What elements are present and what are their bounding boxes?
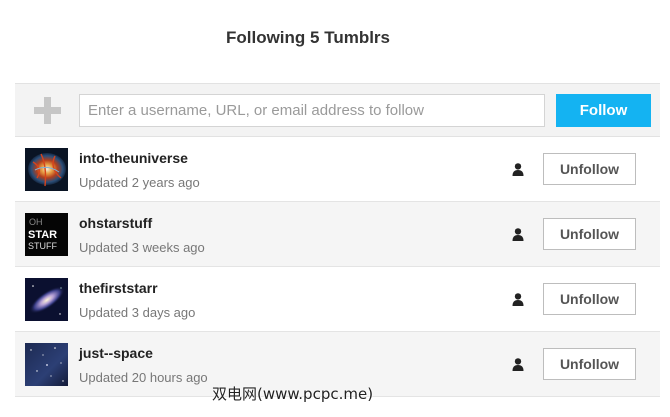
- updated-text: Updated 20 hours ago: [79, 370, 208, 385]
- blog-name-link[interactable]: ohstarstuff: [79, 215, 152, 231]
- plus-icon[interactable]: [34, 97, 61, 124]
- galaxy-avatar[interactable]: [25, 278, 68, 321]
- list-item: OH STAR STUFF ohstarstuff Updated 3 week…: [15, 202, 660, 267]
- follow-bar: Follow: [15, 83, 660, 137]
- page-title: Following 5 Tumblrs: [225, 28, 390, 47]
- person-icon[interactable]: [512, 228, 524, 241]
- list-item: thefirststarr Updated 3 days ago Unfollo…: [15, 267, 660, 332]
- watermark: 双电网(www.pcpc.me): [212, 385, 374, 403]
- person-icon[interactable]: [512, 163, 524, 176]
- updated-text: Updated 2 years ago: [79, 175, 200, 190]
- list-item: into-theuniverse Updated 2 years ago Unf…: [15, 137, 660, 202]
- follow-button[interactable]: Follow: [556, 94, 651, 127]
- unfollow-button[interactable]: Unfollow: [543, 348, 636, 380]
- follow-input[interactable]: [79, 94, 545, 127]
- updated-text: Updated 3 weeks ago: [79, 240, 205, 255]
- blog-name-link[interactable]: into-theuniverse: [79, 150, 188, 166]
- updated-text: Updated 3 days ago: [79, 305, 196, 320]
- crab-nebula-avatar[interactable]: [25, 148, 68, 191]
- blog-name-link[interactable]: thefirststarr: [79, 280, 158, 296]
- following-page: Following 5 Tumblrs Follow: [0, 0, 670, 417]
- avatar-text-oh: OH: [29, 217, 43, 227]
- starfield-avatar[interactable]: [25, 343, 68, 386]
- following-list: into-theuniverse Updated 2 years ago Unf…: [15, 137, 660, 397]
- blog-name-link[interactable]: just--space: [79, 345, 153, 361]
- unfollow-button[interactable]: Unfollow: [543, 218, 636, 250]
- avatar-text-star: STAR: [28, 229, 57, 241]
- avatar-text-stuff: STUFF: [28, 241, 57, 251]
- unfollow-button[interactable]: Unfollow: [543, 153, 636, 185]
- oh-star-stuff-avatar[interactable]: OH STAR STUFF: [25, 213, 68, 256]
- person-icon[interactable]: [512, 358, 524, 371]
- person-icon[interactable]: [512, 293, 524, 306]
- unfollow-button[interactable]: Unfollow: [543, 283, 636, 315]
